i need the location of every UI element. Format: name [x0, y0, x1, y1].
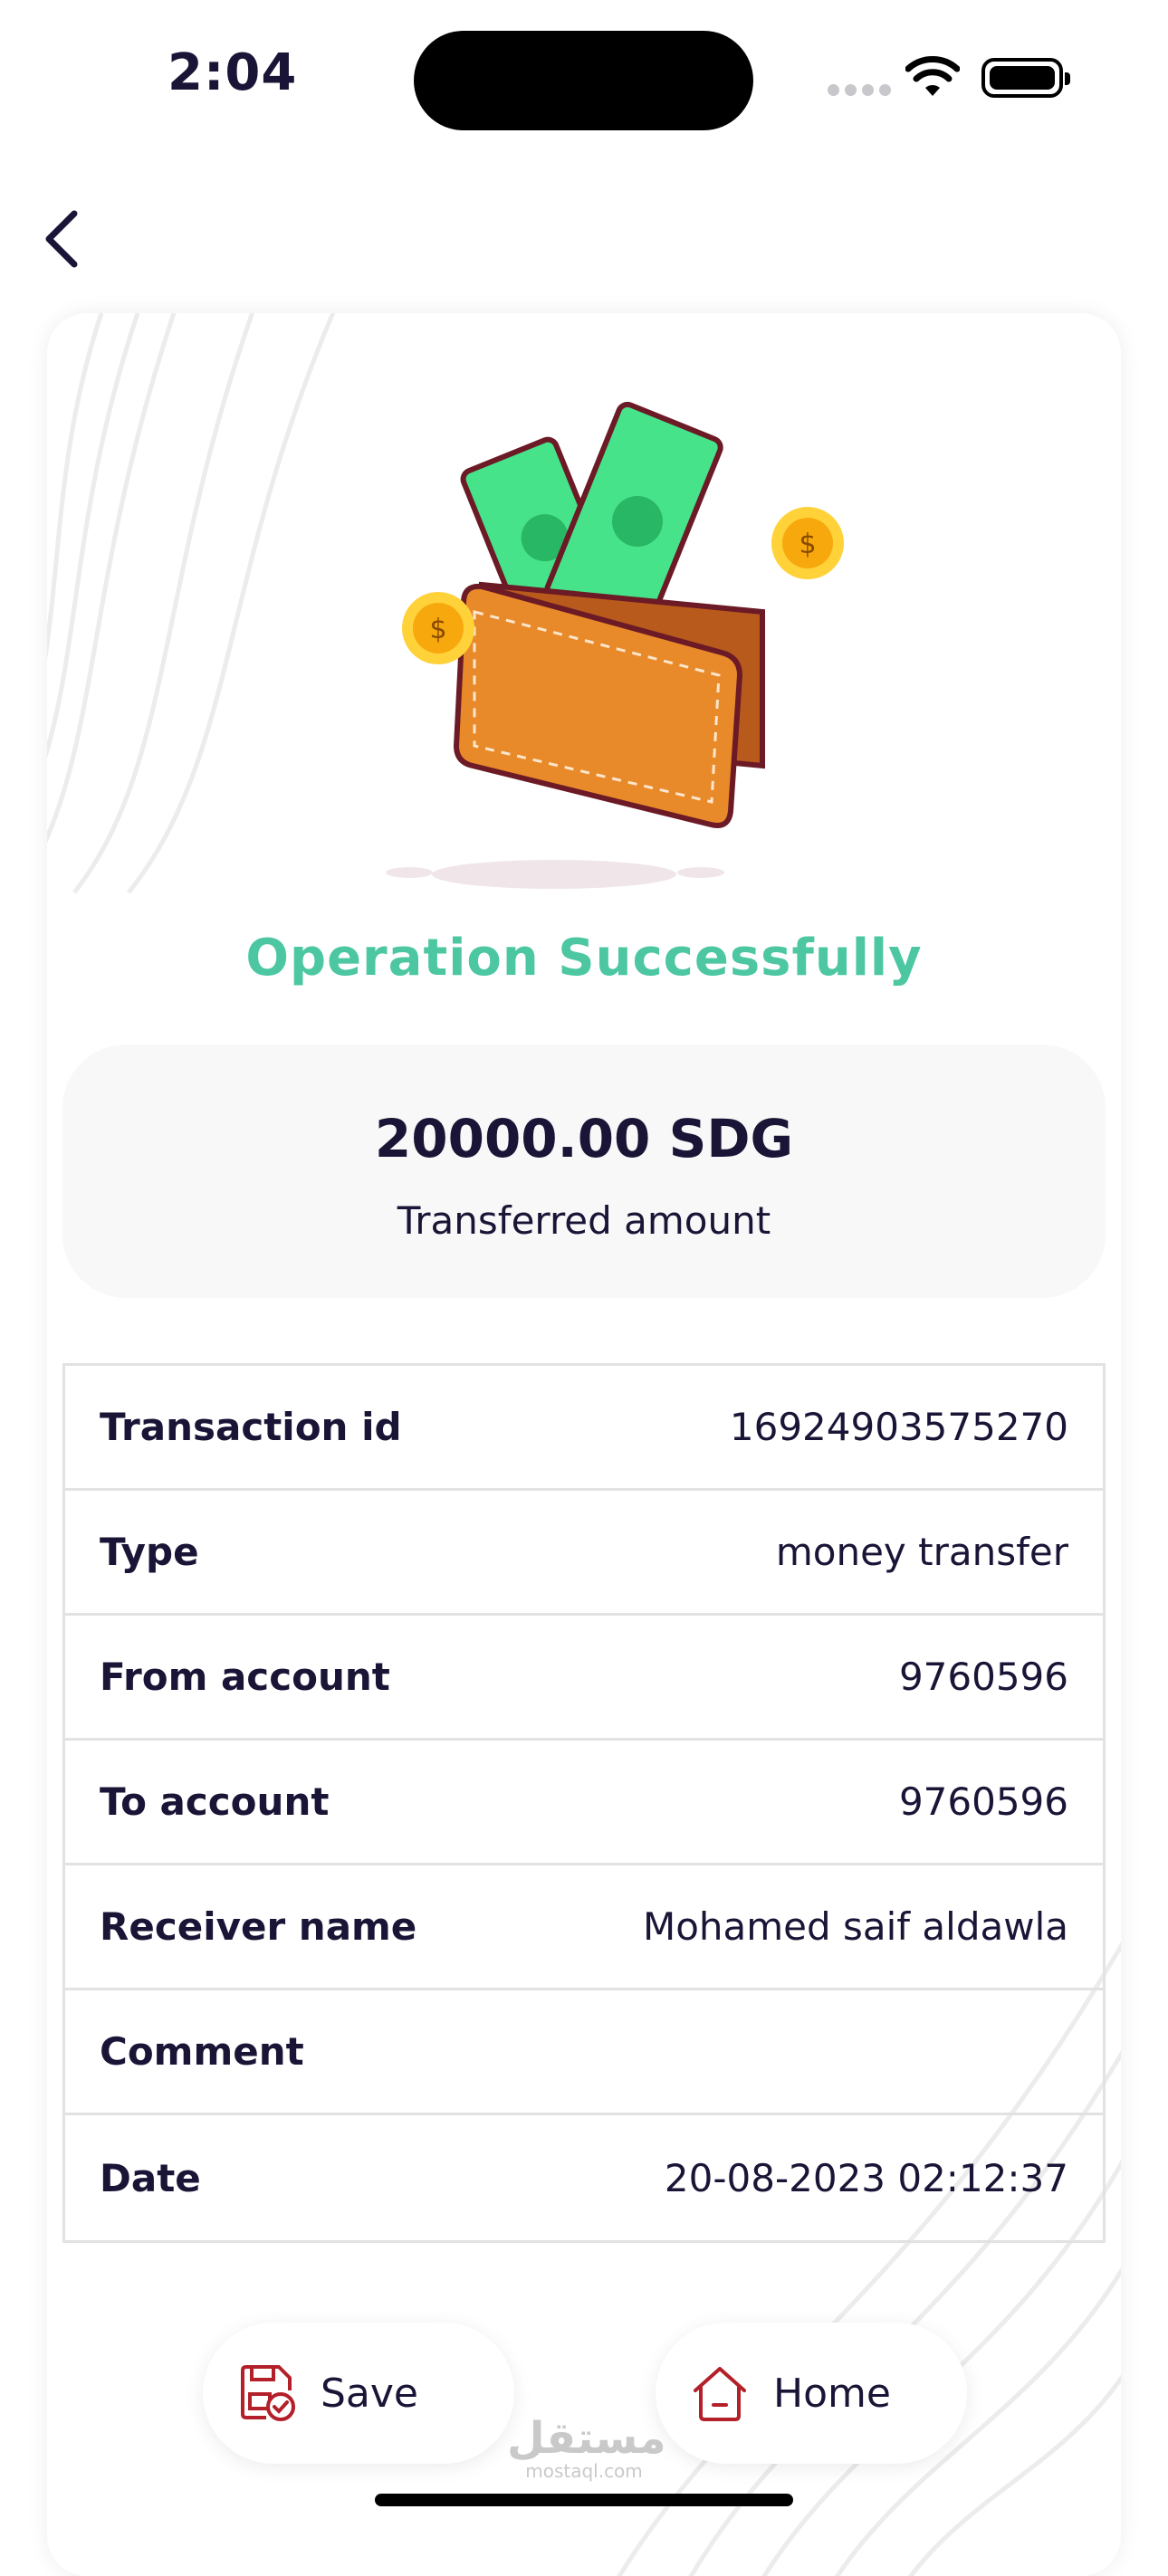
detail-row-to-account: To account 9760596 — [65, 1741, 1103, 1865]
detail-row-from-account: From account 9760596 — [65, 1616, 1103, 1741]
wallet-illustration: $ $ — [386, 401, 844, 889]
home-button-label: Home — [773, 2370, 891, 2417]
transferred-amount-label: Transferred amount — [397, 1198, 771, 1243]
watermark-arabic: مستقل — [507, 2413, 666, 2464]
battery-icon — [981, 58, 1070, 98]
svg-text:$: $ — [429, 614, 446, 645]
home-icon — [694, 2367, 746, 2421]
detail-row-transaction-id: Transaction id 16924903575270 — [65, 1366, 1103, 1491]
status-bar: 2:04 — [0, 0, 1168, 154]
save-button-label: Save — [321, 2370, 419, 2417]
wifi-icon — [905, 56, 960, 96]
cellular-signal-icon — [828, 82, 896, 100]
watermark-latin: mostaql.com — [525, 2460, 643, 2482]
home-indicator[interactable] — [375, 2494, 793, 2506]
amount-summary: 20000.00 SDG Transferred amount — [62, 1045, 1106, 1298]
detail-value: money transfer — [775, 1530, 1068, 1574]
detail-value: 20-08-2023 02:12:37 — [664, 2155, 1068, 2200]
detail-label: Transaction id — [100, 1405, 402, 1449]
mostaql-watermark: مستقل mostaql.com — [507, 2413, 666, 2482]
save-button[interactable]: Save — [203, 2323, 514, 2464]
detail-row-comment: Comment — [65, 1990, 1103, 2115]
detail-value: 16924903575270 — [729, 1405, 1068, 1449]
detail-label: From account — [100, 1655, 390, 1699]
transaction-details-table: Transaction id 16924903575270 Type money… — [62, 1363, 1106, 2243]
chevron-left-icon — [45, 210, 78, 268]
receipt-card: $ $ Operation Successfully 20000.00 SDG … — [47, 313, 1121, 2576]
detail-row-date: Date 20-08-2023 02:12:37 — [65, 2115, 1103, 2240]
detail-label: Type — [100, 1530, 199, 1574]
home-button[interactable]: Home — [656, 2323, 967, 2464]
detail-value: Mohamed saif aldawla — [642, 1904, 1068, 1949]
detail-value: 9760596 — [898, 1779, 1068, 1824]
success-title: Operation Successfully — [245, 929, 923, 987]
detail-label: Comment — [100, 2029, 304, 2074]
detail-row-receiver-name: Receiver name Mohamed saif aldawla — [65, 1865, 1103, 1990]
detail-label: To account — [100, 1779, 330, 1824]
detail-label: Date — [100, 2155, 201, 2200]
dynamic-island — [414, 31, 753, 130]
status-time: 2:04 — [168, 43, 298, 102]
svg-text:$: $ — [799, 529, 816, 560]
back-button[interactable] — [36, 199, 91, 272]
transferred-amount-value: 20000.00 SDG — [374, 1108, 794, 1169]
detail-value: 9760596 — [898, 1655, 1068, 1699]
save-check-icon — [241, 2365, 295, 2421]
detail-label: Receiver name — [100, 1904, 417, 1949]
detail-row-type: Type money transfer — [65, 1491, 1103, 1616]
